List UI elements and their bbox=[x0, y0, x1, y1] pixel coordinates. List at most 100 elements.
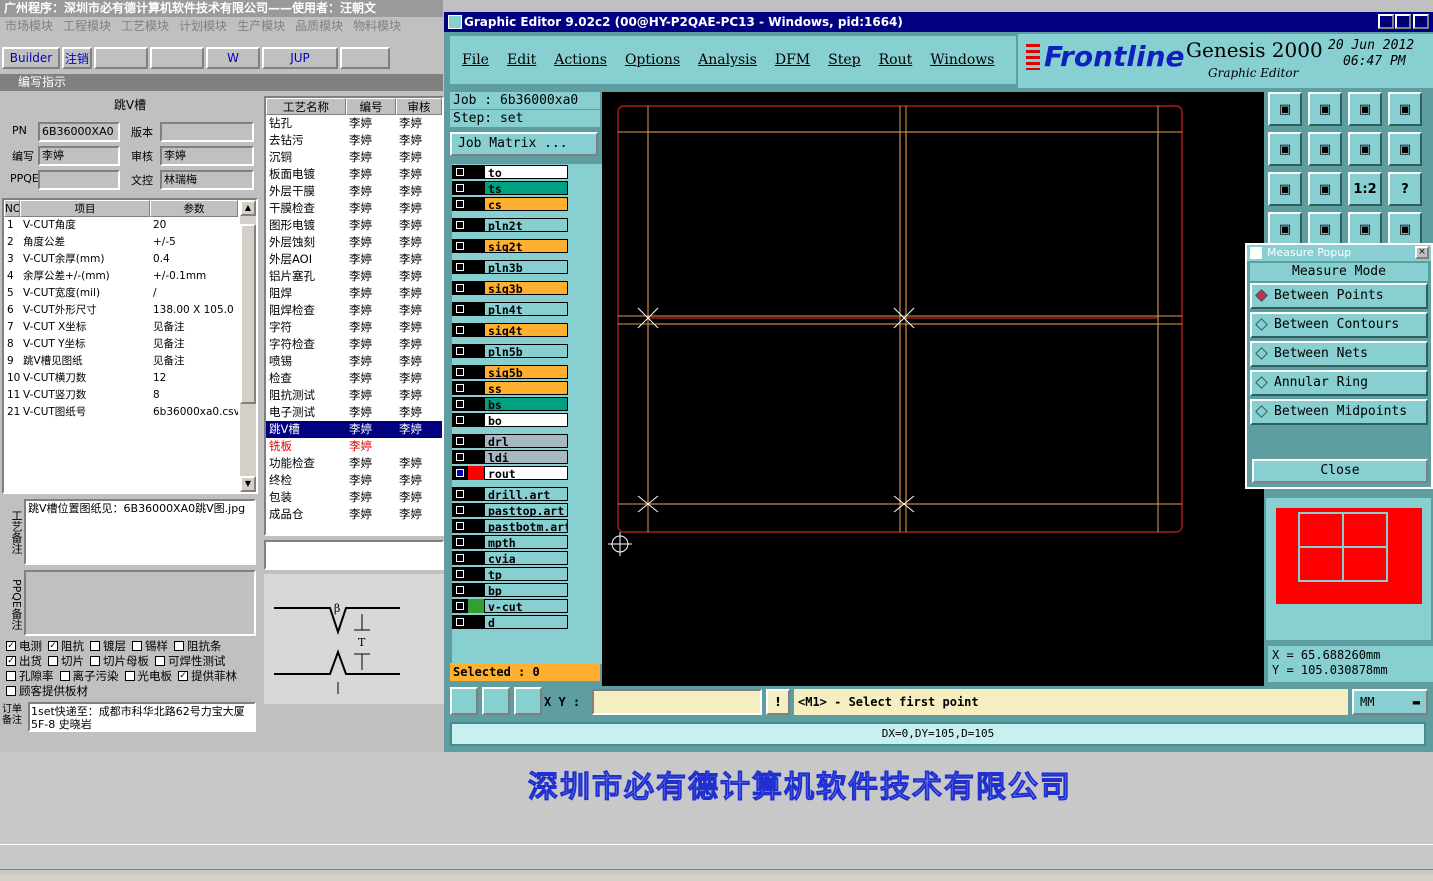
checkbox[interactable]: 可焊性测试 bbox=[149, 654, 226, 669]
ppqe-note-text[interactable] bbox=[24, 570, 256, 636]
toolbar-button[interactable]: W bbox=[206, 47, 260, 69]
table-row[interactable]: 包装 李婷 李婷 bbox=[266, 489, 442, 506]
open-job-icon[interactable]: ▣ bbox=[1268, 92, 1302, 126]
menu-item-step[interactable]: Step bbox=[828, 52, 860, 68]
layer-checkbox[interactable] bbox=[452, 519, 468, 533]
table-row[interactable]: 6 V-CUT外形尺寸 138.00 X 105.0 bbox=[4, 302, 256, 319]
toolbar-button[interactable] bbox=[94, 47, 148, 69]
rotate-icon[interactable]: ▣ bbox=[1348, 132, 1382, 166]
layer-checkbox[interactable] bbox=[452, 197, 468, 211]
scale-icon[interactable]: 1:2 bbox=[1348, 172, 1382, 206]
checkbox-box[interactable] bbox=[155, 656, 165, 666]
layer-checkbox[interactable] bbox=[452, 323, 468, 337]
table-row[interactable]: 5 V-CUT宽度(mil) / bbox=[4, 285, 256, 302]
checkbox[interactable]: ✓ 电测 bbox=[0, 639, 42, 654]
checkmark-icon[interactable]: ✓ bbox=[178, 671, 188, 681]
ppqe-field[interactable] bbox=[38, 170, 120, 190]
checkbox[interactable]: ✓ 提供菲林 bbox=[172, 669, 237, 684]
layer-row[interactable]: cvia bbox=[452, 550, 602, 566]
checkbox-box[interactable] bbox=[90, 656, 100, 666]
graphic-canvas[interactable] bbox=[602, 92, 1264, 686]
checkbox[interactable]: 锡样 bbox=[126, 639, 168, 654]
menu-item-windows[interactable]: Windows bbox=[930, 52, 994, 68]
checkbox[interactable]: 切片母板 bbox=[84, 654, 149, 669]
layer-checkbox[interactable] bbox=[452, 450, 468, 464]
app-menu-item[interactable]: 工程模块 bbox=[58, 17, 116, 36]
layer-row[interactable]: sig4t bbox=[452, 322, 602, 338]
layer-row[interactable]: tp bbox=[452, 566, 602, 582]
app-menu-item[interactable]: 市场模块 bbox=[0, 17, 58, 36]
table-row[interactable]: 电子测试 李婷 李婷 bbox=[266, 404, 442, 421]
minimize-icon[interactable]: _ bbox=[1378, 14, 1394, 29]
layer-checkbox[interactable] bbox=[452, 218, 468, 232]
checkbox-box[interactable] bbox=[6, 686, 16, 696]
menu-item-actions[interactable]: Actions bbox=[554, 52, 607, 68]
layer-row[interactable]: v-cut bbox=[452, 598, 602, 614]
checkmark-icon[interactable]: ✓ bbox=[48, 641, 58, 651]
layer-row[interactable]: bp bbox=[452, 582, 602, 598]
circuit-icon[interactable]: ▣ bbox=[1388, 212, 1422, 246]
table-row[interactable]: 外层蚀刻 李婷 李婷 bbox=[266, 234, 442, 251]
table-row[interactable]: 11 V-CUT竖刀数 8 bbox=[4, 387, 256, 404]
grid-tool-icon[interactable] bbox=[514, 687, 542, 715]
toolbar-button[interactable] bbox=[340, 47, 390, 69]
table-row[interactable]: 2 角度公差 +/-5 bbox=[4, 234, 256, 251]
refresh-icon[interactable]: ▣ bbox=[1388, 132, 1422, 166]
alert-icon[interactable]: ! bbox=[766, 689, 790, 715]
table-row[interactable]: 去钻污 李婷 李婷 bbox=[266, 132, 442, 149]
checkbox[interactable]: ✓ 阻抗 bbox=[42, 639, 84, 654]
measure-option[interactable]: Annular Ring bbox=[1250, 370, 1428, 396]
toolbar-button[interactable]: Builder bbox=[2, 47, 60, 69]
layer-checkbox[interactable] bbox=[452, 503, 468, 517]
menu-item-dfm[interactable]: DFM bbox=[775, 52, 810, 68]
layer-checkbox[interactable] bbox=[452, 344, 468, 358]
layer-checkbox[interactable] bbox=[452, 487, 468, 501]
table-row[interactable]: 终检 李婷 李婷 bbox=[266, 472, 442, 489]
checkbox-box[interactable] bbox=[6, 671, 16, 681]
layer-row[interactable]: pasttop.art bbox=[452, 502, 602, 518]
checkbox[interactable]: 孔隙率 bbox=[0, 669, 54, 684]
layer-checkbox[interactable] bbox=[452, 181, 468, 195]
table-row[interactable]: 4 余厚公差+/-(mm) +/-0.1mm bbox=[4, 268, 256, 285]
layer-row[interactable]: pln3b bbox=[452, 259, 602, 275]
table-row[interactable]: 外层AOI 李婷 李婷 bbox=[266, 251, 442, 268]
reviewer-field[interactable]: 李婷 bbox=[160, 146, 254, 166]
order-note-text[interactable]: 1set快递至：成都市科华北路62号力宝大厦5F-8 史晓岩 bbox=[28, 702, 256, 732]
table-row[interactable]: 阻抗测试 李婷 李婷 bbox=[266, 387, 442, 404]
layer-checkbox[interactable] bbox=[452, 413, 468, 427]
layer-row[interactable]: ts bbox=[452, 180, 602, 196]
window-menu-icon[interactable] bbox=[448, 15, 462, 29]
layer-row[interactable]: pln5b bbox=[452, 343, 602, 359]
pan-left-icon[interactable]: ▣ bbox=[1268, 132, 1302, 166]
layer-row[interactable]: rout bbox=[452, 465, 602, 481]
layer-checkbox[interactable] bbox=[452, 599, 468, 613]
table-row[interactable]: 板面电镀 李婷 李婷 bbox=[266, 166, 442, 183]
layer-row[interactable]: ss bbox=[452, 380, 602, 396]
menu-item-analysis[interactable]: Analysis bbox=[698, 52, 757, 68]
layer-checkbox[interactable] bbox=[452, 615, 468, 629]
measure-option[interactable]: Between Midpoints bbox=[1250, 399, 1428, 425]
table-row[interactable]: 铝片塞孔 李婷 李婷 bbox=[266, 268, 442, 285]
layer-row[interactable]: to bbox=[452, 164, 602, 180]
panel-preview[interactable] bbox=[1266, 498, 1431, 640]
layer-row[interactable]: mpth bbox=[452, 534, 602, 550]
checkbox[interactable]: 阻抗条 bbox=[168, 639, 222, 654]
checkbox[interactable]: 光电板 bbox=[119, 669, 172, 684]
pan-right-icon[interactable]: ▣ bbox=[1308, 132, 1342, 166]
layer-checkbox[interactable] bbox=[452, 165, 468, 179]
parameter-scrollbar[interactable]: ▲ ▼ bbox=[240, 200, 256, 492]
layer-row[interactable]: pastbotm.art bbox=[452, 518, 602, 534]
table-row[interactable]: 喷锡 李婷 李婷 bbox=[266, 353, 442, 370]
home-icon[interactable]: ▣ bbox=[1348, 92, 1382, 126]
xy-input[interactable] bbox=[592, 689, 762, 715]
parameter-table[interactable]: NO 项目 参数 1 V-CUT角度 20 2 角度公差 +/-5 3 V-CUT余厚(mm)… bbox=[2, 198, 258, 494]
table-row[interactable]: 阻焊 李婷 李婷 bbox=[266, 285, 442, 302]
table-row[interactable]: 钻孔 李婷 李婷 bbox=[266, 115, 442, 132]
scroll-up-icon[interactable]: ▲ bbox=[240, 200, 256, 216]
table-row[interactable]: 阻焊检查 李婷 李婷 bbox=[266, 302, 442, 319]
layer-checkbox[interactable] bbox=[452, 551, 468, 565]
save-icon[interactable]: ▣ bbox=[1308, 92, 1342, 126]
menu-item-edit[interactable]: Edit bbox=[507, 52, 536, 68]
toolbar-button[interactable] bbox=[150, 47, 204, 69]
process-table[interactable]: 工艺名称 编号 审核 钻孔 李婷 李婷 去钻污 李婷 李婷 沉铜 李婷 李婷 板面电镀 李婷 李婷 外层… bbox=[264, 96, 444, 536]
